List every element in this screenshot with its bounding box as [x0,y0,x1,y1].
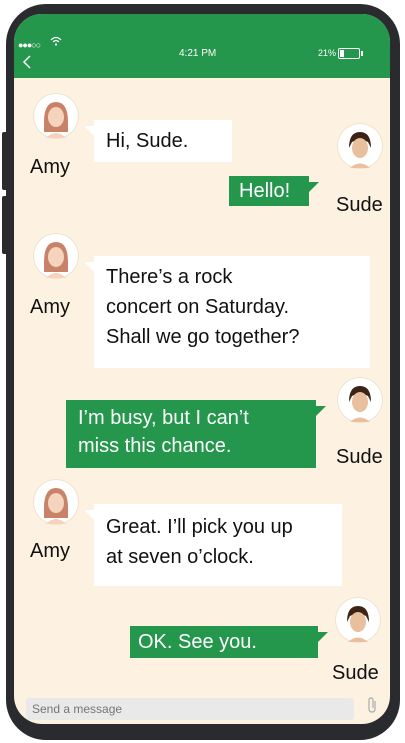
back-chevron-icon[interactable] [22,54,32,72]
sender-name: Amy [30,156,70,178]
avatar-sude [336,598,380,642]
signal-icon: ●●●○○ [18,40,41,50]
sender-name: Amy [30,296,70,318]
message-line: Hi, Sude. [106,130,189,152]
message-line: miss this chance. [78,435,232,457]
wifi-icon [50,36,62,49]
sender-name: Amy [30,540,70,562]
message-line: OK. See you. [138,631,257,653]
message-line: I’m busy, but I can’t [78,407,249,429]
message-bubble-incoming: There’s a rock concert on Saturday. Shal… [84,256,370,368]
message-line: Hello! [239,180,291,202]
message-line: concert on Saturday. [106,296,290,318]
status-bar: ●●●○○ 4:21 PM 21% [14,14,390,78]
avatar-sude [338,378,382,422]
message-bubble-incoming: Great. I’ll pick you up at seven o’clock… [84,504,342,586]
message-bubble-outgoing: OK. See you. [130,626,328,658]
chat-screen: ●●●○○ 4:21 PM 21% Amy Hi, Sude. Sude Hel… [14,14,390,724]
volume-up-button [2,132,8,190]
avatar-amy [34,480,78,524]
sender-name: Sude [332,662,379,684]
message-line: Great. I’ll pick you up [106,516,293,538]
message-line: Shall we go together? [106,326,300,348]
sender-name: Sude [336,194,383,216]
message-bubble-outgoing: Hello! [229,176,319,206]
volume-down-button [2,196,8,254]
avatar-sude [338,124,382,168]
avatar-amy [34,94,78,138]
status-time: 4:21 PM [179,48,217,59]
battery-icon [338,48,363,59]
message-line: There’s a rock [106,266,233,288]
avatar-amy [34,234,78,278]
battery-percent: 21% [318,48,337,58]
message-bubble-outgoing: I’m busy, but I can’t miss this chance. [66,400,326,468]
message-bubble-incoming: Hi, Sude. [84,120,232,162]
message-line: at seven o’clock. [106,546,254,568]
message-input[interactable] [26,698,354,720]
paperclip-icon[interactable] [366,696,378,719]
sender-name: Sude [336,446,383,468]
